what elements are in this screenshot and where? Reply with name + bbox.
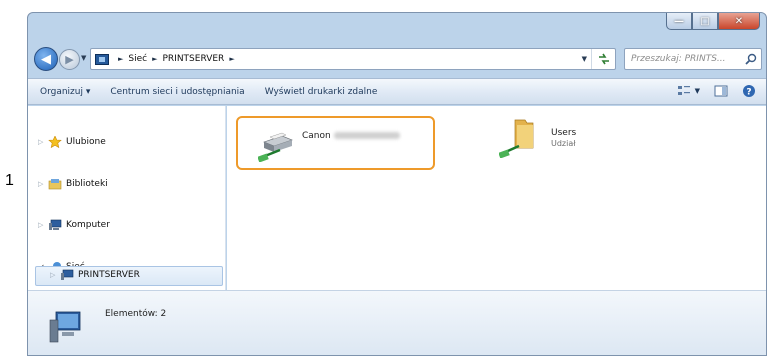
history-dropdown-icon[interactable]: ▼ <box>81 54 86 62</box>
maximize-button[interactable]: □ <box>692 13 718 30</box>
close-icon: ✕ <box>734 15 744 27</box>
tree-item-label: PRINTSERVER <box>78 270 140 280</box>
back-button[interactable]: ◀ <box>34 47 58 71</box>
libraries-icon <box>48 179 62 190</box>
network-printer-icon <box>258 132 293 162</box>
tree-item-label: Ulubione <box>66 137 106 147</box>
breadcrumb-separator-icon[interactable]: ► <box>118 55 123 63</box>
network-sharing-center-button[interactable]: Centrum sieci i udostępniania <box>110 87 244 97</box>
maximize-icon: □ <box>700 15 710 27</box>
tree-item-label: Komputer <box>66 220 110 230</box>
address-dropdown-icon[interactable]: ▼ <box>582 55 587 63</box>
forward-arrow-icon: ▶ <box>65 53 74 66</box>
tree-item-printserver-content[interactable]: ▷ PRINTSERVER <box>50 269 140 281</box>
expand-icon[interactable]: ▷ <box>38 221 48 229</box>
shared-folder-icon <box>499 119 534 158</box>
forward-button[interactable]: ▶ <box>59 49 80 70</box>
address-bar[interactable]: ► Sieć ► PRINTSERVER ► ▼ <box>90 48 616 70</box>
item-count: Elementów: 2 <box>105 309 167 319</box>
expand-icon[interactable]: ▷ <box>38 138 48 146</box>
tree-item-label: Biblioteki <box>66 179 108 189</box>
search-input[interactable]: Przeszukaj: PRINTS... <box>624 48 762 70</box>
view-dropdown-icon[interactable]: ▼ <box>695 87 700 95</box>
breadcrumb-printserver[interactable]: PRINTSERVER <box>162 54 224 64</box>
network-computer-icon <box>95 53 109 65</box>
breadcrumb-separator-icon[interactable]: ► <box>152 55 157 63</box>
refresh-icon <box>598 53 609 65</box>
shared-folder-users[interactable]: Users Udział <box>499 118 619 168</box>
tree-item-computer[interactable]: ▷ Komputer <box>38 219 110 231</box>
folder-type: Udział <box>551 139 576 148</box>
navigation-pane: ▷ Ulubione ▷ Biblioteki ▷ Komputer ◢ <box>28 106 226 290</box>
minimize-button[interactable]: — <box>666 13 692 30</box>
breadcrumb-separator-icon[interactable]: ► <box>229 55 234 63</box>
search-placeholder: Przeszukaj: PRINTS... <box>631 54 726 64</box>
star-icon <box>48 136 62 148</box>
printer-name: Canon <box>302 131 400 141</box>
close-button[interactable]: ✕ <box>718 13 760 30</box>
help-icon[interactable]: ? <box>742 84 756 98</box>
breadcrumb-network[interactable]: Sieć <box>128 54 147 64</box>
printer-name-text: Canon <box>302 131 331 141</box>
window-caption-buttons: — □ ✕ <box>666 13 760 30</box>
folder-name: Users <box>551 128 577 138</box>
tree-item-favorites[interactable]: ▷ Ulubione <box>38 136 106 148</box>
search-icon[interactable] <box>745 53 757 65</box>
computer-icon <box>49 219 62 230</box>
server-computer-icon <box>49 311 81 343</box>
back-arrow-icon: ◀ <box>41 51 51 67</box>
printer-item-canon[interactable]: Canon <box>236 116 435 170</box>
content-area: Canon Users Udział <box>227 106 766 290</box>
change-view-icon[interactable] <box>677 84 691 98</box>
navigation-row: ◀ ▶ ▼ ► Sieć ► PRINTSERVER ► ▼ Przeszuka… <box>28 42 766 72</box>
explorer-window: — □ ✕ ◀ ▶ ▼ ► Sieć ► PRINTSERVER ► ▼ Prz… <box>27 12 767 356</box>
view-remote-printers-button[interactable]: Wyświetl drukarki zdalne <box>265 87 378 97</box>
expand-icon[interactable]: ▷ <box>38 180 48 188</box>
svg-text:?: ? <box>746 88 751 98</box>
details-pane: Elementów: 2 <box>28 290 766 355</box>
server-computer-icon <box>61 269 74 280</box>
command-bar: Organizuj ▾ Centrum sieci i udostępniani… <box>28 78 766 105</box>
preview-pane-icon[interactable] <box>714 84 728 98</box>
redacted-model-name <box>333 132 400 139</box>
refresh-button[interactable] <box>591 49 615 69</box>
tree-item-libraries[interactable]: ▷ Biblioteki <box>38 178 108 190</box>
minimize-icon: — <box>674 15 684 27</box>
step-number: 1 <box>5 172 14 189</box>
expand-icon[interactable]: ▷ <box>50 271 60 279</box>
organize-menu[interactable]: Organizuj ▾ <box>40 87 90 97</box>
